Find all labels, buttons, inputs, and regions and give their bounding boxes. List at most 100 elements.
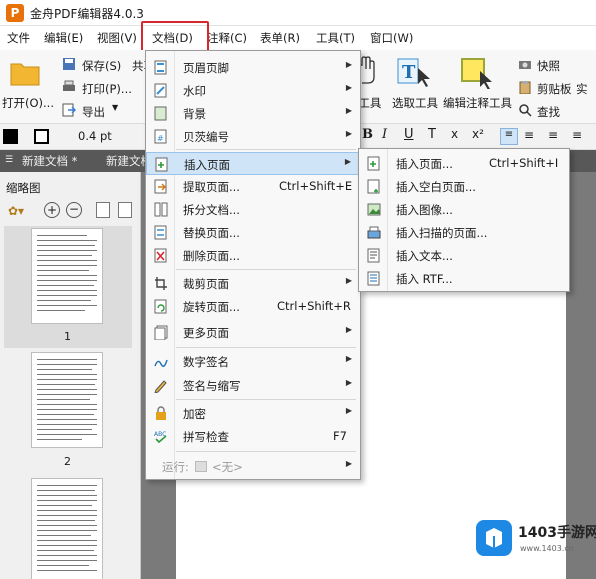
page-thumbnail-3[interactable]: [31, 478, 103, 579]
submenu-insert-image[interactable]: 插入图像...: [359, 198, 569, 221]
menu-view[interactable]: 视图(V): [97, 30, 137, 46]
insert-image-icon: [367, 202, 381, 217]
digital-signature-icon: [154, 354, 168, 369]
insert-page-icon: [155, 157, 169, 172]
page-thumbnail-1[interactable]: [31, 228, 103, 324]
print-icon: [62, 80, 76, 94]
find-button[interactable]: 查找: [537, 104, 560, 120]
run-script-icon: [195, 461, 207, 472]
italic-icon[interactable]: I: [382, 127, 387, 142]
menu-item-encrypt[interactable]: 加密 ▶: [146, 402, 360, 425]
save-icon: [62, 57, 76, 71]
zoom-in-icon[interactable]: +: [44, 202, 60, 218]
encrypt-icon: [154, 406, 168, 421]
select-tool-icon[interactable]: T: [396, 56, 432, 88]
menu-item-more-pages[interactable]: 更多页面 ▶: [146, 321, 360, 344]
stroke-color-swatch[interactable]: [34, 129, 49, 144]
print-button[interactable]: 打印(P)...: [82, 81, 132, 97]
submenu-insert-rtf[interactable]: 插入 RTF...: [359, 267, 569, 290]
find-icon: [518, 103, 532, 117]
header-footer-icon: [154, 60, 168, 75]
menu-item-watermark[interactable]: 水印 ▶: [146, 79, 360, 102]
export-button[interactable]: 导出: [82, 104, 105, 120]
snapshot-icon: [518, 57, 532, 71]
snapshot-button[interactable]: 快照: [537, 58, 560, 74]
save-button[interactable]: 保存(S): [82, 58, 121, 74]
menu-window[interactable]: 窗口(W): [370, 30, 413, 46]
thumbnail-panel-title: 缩略图: [6, 181, 41, 195]
site-watermark-badge: 1403手游网 www.1403.cn: [476, 518, 596, 562]
menu-item-delete-page[interactable]: 删除页面...: [146, 244, 360, 267]
fill-color-swatch[interactable]: [3, 129, 18, 144]
page-number-1: 1: [64, 330, 71, 343]
watermark-icon: [154, 83, 168, 98]
submenu-insert-scanned-page[interactable]: 插入扫描的页面...: [359, 221, 569, 244]
tab-menu-icon[interactable]: ☰: [5, 155, 13, 165]
page-thumbnail-2[interactable]: [31, 352, 103, 448]
thumb-options-icon[interactable]: ✿▾: [8, 204, 24, 218]
svg-text:T: T: [402, 62, 416, 83]
blank-page-icon: [367, 179, 381, 194]
site-url: www.1403.cn: [520, 544, 574, 553]
menu-item-rotate-page[interactable]: 旋转页面... Ctrl+Shift+R: [146, 295, 360, 318]
export-icon: [62, 103, 77, 117]
align-right-icon[interactable]: ≡: [548, 128, 558, 142]
bold-icon[interactable]: B: [362, 127, 373, 142]
menu-item-digital-signature[interactable]: 数字签名 ▶: [146, 350, 360, 373]
menu-item-insert-page[interactable]: 插入页面 ▶: [146, 152, 360, 175]
scan-page-icon: [367, 225, 381, 240]
menu-item-split-doc[interactable]: 拆分文档...: [146, 198, 360, 221]
menu-item-bates[interactable]: # 贝茨编号 ▶: [146, 125, 360, 148]
line-width-value[interactable]: 0.4 pt: [78, 129, 112, 143]
menu-file[interactable]: 文件: [7, 30, 30, 46]
extra-button[interactable]: 实: [576, 81, 588, 97]
rotate-page-icon: [154, 299, 168, 314]
insert-text-icon: [367, 248, 381, 263]
delete-page-icon: [154, 248, 168, 263]
spell-check-icon: ABC: [154, 429, 168, 444]
open-folder-icon[interactable]: [10, 58, 40, 86]
menu-item-replace-page[interactable]: 替换页面...: [146, 221, 360, 244]
extract-page-icon: [154, 179, 168, 194]
menu-bar: 文件 编辑(E) 视图(V) 文档(D) 注释(C) 表单(R) 工具(T) 窗…: [0, 26, 596, 50]
menu-item-extract-page[interactable]: 提取页面... Ctrl+Shift+E: [146, 175, 360, 198]
insert-rtf-icon: [367, 271, 381, 286]
more-pages-icon: [154, 325, 168, 341]
menu-item-sign-initials[interactable]: 签名与缩写 ▶: [146, 374, 360, 397]
menu-comment[interactable]: 注释(C): [207, 30, 247, 46]
menu-item-crop-page[interactable]: 裁剪页面 ▶: [146, 272, 360, 295]
menu-edit[interactable]: 编辑(E): [44, 30, 83, 46]
zoom-out-icon[interactable]: −: [66, 202, 82, 218]
tab-doc-1[interactable]: 新建文档 *: [22, 153, 77, 169]
menu-item-background[interactable]: 背景 ▶: [146, 102, 360, 125]
align-justify-icon[interactable]: ≡: [572, 128, 582, 142]
menu-item-header-footer[interactable]: 页眉页脚 ▶: [146, 56, 360, 79]
site-brand-name: 1403手游网: [518, 525, 596, 541]
strikethrough-icon[interactable]: T: [428, 127, 436, 142]
menu-tools[interactable]: 工具(T): [316, 30, 355, 46]
align-left-icon[interactable]: ≡: [500, 128, 518, 145]
menu-form[interactable]: 表单(R): [260, 30, 300, 46]
bates-icon: #: [154, 129, 168, 144]
submenu-insert-page[interactable]: 插入页面... Ctrl+Shift+I: [359, 152, 569, 175]
select-tool-button[interactable]: 选取工具: [392, 95, 438, 111]
submenu-insert-text[interactable]: 插入文本...: [359, 244, 569, 267]
menu-document[interactable]: 文档(D): [152, 30, 193, 46]
extract-thumb-icon[interactable]: [118, 202, 132, 218]
sign-initials-icon: [154, 378, 168, 394]
underline-icon[interactable]: U: [404, 127, 414, 142]
align-center-icon[interactable]: ≡: [524, 128, 534, 142]
menu-item-spell-check[interactable]: ABC 拼写检查 F7: [146, 425, 360, 448]
insert-page-submenu: 插入页面... Ctrl+Shift+I 插入空白页面... 插入图像... 插…: [358, 148, 570, 292]
export-dropdown-icon[interactable]: ▼: [112, 103, 118, 112]
subscript-icon[interactable]: x: [451, 127, 458, 141]
rotate-thumb-icon[interactable]: [96, 202, 110, 218]
superscript-icon[interactable]: x²: [472, 127, 484, 141]
open-button[interactable]: 打开(O)...: [2, 95, 54, 111]
edit-annotation-tool-button[interactable]: 编辑注释工具: [443, 95, 512, 111]
edit-annotation-tool-icon[interactable]: [458, 55, 494, 90]
clipboard-icon: [518, 80, 532, 95]
clipboard-button[interactable]: 剪贴板: [537, 81, 572, 97]
run-value: <无>: [212, 460, 243, 474]
submenu-insert-blank-page[interactable]: 插入空白页面...: [359, 175, 569, 198]
